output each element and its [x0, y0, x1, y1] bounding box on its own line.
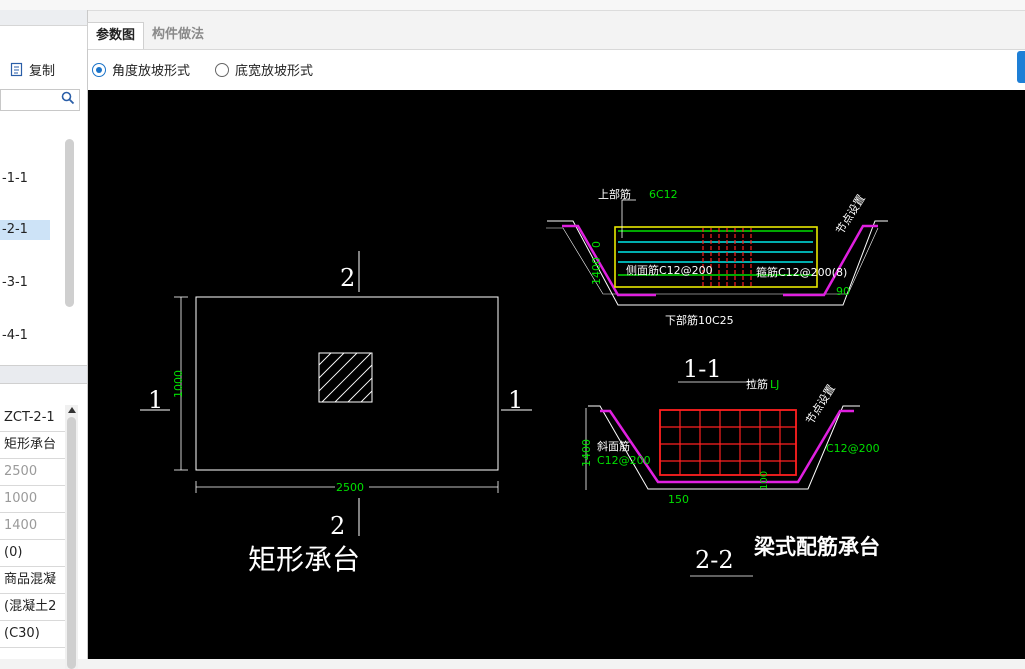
tie-label: 拉筋 [746, 377, 768, 391]
radio-width-slope-label: 底宽放坡形式 [235, 64, 314, 79]
section-2-height-dim: 1400 [580, 439, 593, 467]
parameter-drawing: 2 2 1 1 1000 2500 矩形承台 上部筋 6C12 侧面筋C12@2… [140, 187, 888, 577]
radio-indicator [215, 62, 229, 77]
property-value[interactable]: 2500 [0, 459, 65, 486]
left-panel: 复制 -1-1 -2-1 -3-1 -4-1 ZCT-2-1 矩形承台 2500… [0, 10, 88, 669]
top-rebar-label: 上部筋 [598, 187, 631, 201]
left-panel-header [0, 10, 87, 26]
properties-header [0, 365, 87, 384]
top-rebar-value: 6C12 [649, 188, 678, 201]
slope-rebar-value: C12@200 [597, 454, 651, 467]
scroll-up-arrow-icon[interactable] [68, 407, 76, 413]
tree-item[interactable]: -1-1 [0, 169, 50, 189]
tab-parameter-diagram[interactable]: 参数图 [87, 22, 145, 49]
top-toolbar-strip [0, 0, 1025, 11]
slope-rebar-label: 斜面筋 [597, 439, 630, 453]
radio-angle-slope[interactable]: 角度放坡形式 [92, 60, 190, 79]
section-mark-2-top: 2 [340, 264, 355, 292]
right-rebar-value: C12@200 [826, 442, 880, 455]
dim-100: 100 [759, 471, 770, 490]
section-mark-1-right: 1 [508, 386, 523, 414]
copy-button[interactable]: 复制 [10, 59, 55, 79]
drawing-caption: 梁式配筋承台 [753, 535, 880, 559]
section-1-title: 1-1 [683, 355, 722, 383]
properties-list: ZCT-2-1 矩形承台 2500 1000 1400 (0) 商品混凝 (混凝… [0, 405, 65, 648]
stirrup-label: 箍筋C12@200(8) [756, 265, 847, 279]
copy-icon [10, 62, 23, 76]
property-value[interactable]: 矩形承台 [0, 432, 65, 459]
radio-selected-indicator [92, 62, 106, 77]
tree-item[interactable]: -3-1 [0, 273, 50, 293]
dim-150: 150 [668, 493, 689, 506]
plan-width-dimension: 2500 [336, 481, 364, 494]
property-value[interactable]: (0) [0, 540, 65, 567]
section-1-height-dim: 1400 [590, 257, 603, 285]
node-setting-label-2: 节点设置 [804, 382, 838, 426]
side-rebar-label: 侧面筋C12@200 [626, 263, 713, 277]
property-value[interactable]: 商品混凝 [0, 567, 65, 594]
section-mark-1-left: 1 [148, 386, 163, 414]
section-mark-2-bottom: 2 [330, 512, 345, 540]
tab-bar: 参数图 构件做法 [87, 22, 212, 49]
plan-height-dimension: 1000 [172, 370, 185, 398]
property-value[interactable]: (混凝土2 [0, 594, 65, 621]
tie-value: LJ [770, 378, 779, 391]
property-value[interactable]: 1400 [0, 513, 65, 540]
side-action-button[interactable] [1017, 51, 1025, 83]
tree-item[interactable]: -4-1 [0, 326, 50, 346]
property-value[interactable]: ZCT-2-1 [0, 405, 65, 432]
bottom-rebar-label: 下部筋10C25 [665, 313, 734, 327]
slope-option-bar: 角度放坡形式 底宽放坡形式 [88, 49, 1025, 90]
angle-label: 90 [836, 285, 850, 298]
node-setting-label-1: 节点设置 [834, 192, 868, 236]
radio-width-slope[interactable]: 底宽放坡形式 [215, 60, 313, 79]
section-2-title: 2-2 [695, 546, 734, 574]
section-1-1: 上部筋 6C12 侧面筋C12@200 箍筋C12@200(8) 下部筋10C2… [546, 187, 888, 383]
plan-title: 矩形承台 [248, 543, 360, 576]
section-2-2: 1400 拉筋 LJ 斜面筋 C12@200 C12@200 150 100 节… [580, 377, 880, 577]
search-icon[interactable] [61, 91, 75, 105]
drawing-canvas: 2 2 1 1 1000 2500 矩形承台 上部筋 6C12 侧面筋C12@2… [88, 90, 1025, 659]
dim-zero: 0 [590, 241, 603, 248]
plan-view: 2 2 1 1 1000 2500 矩形承台 [140, 251, 532, 576]
tab-component-method[interactable]: 构件做法 [144, 22, 212, 48]
tree-scrollbar[interactable] [65, 139, 74, 307]
copy-button-label: 复制 [29, 63, 56, 79]
property-value[interactable]: (C30) [0, 621, 65, 648]
properties-scroll-thumb[interactable] [67, 417, 76, 669]
tree-item-selected[interactable]: -2-1 [0, 220, 50, 240]
radio-angle-slope-label: 角度放坡形式 [112, 64, 191, 79]
property-value[interactable]: 1000 [0, 486, 65, 513]
